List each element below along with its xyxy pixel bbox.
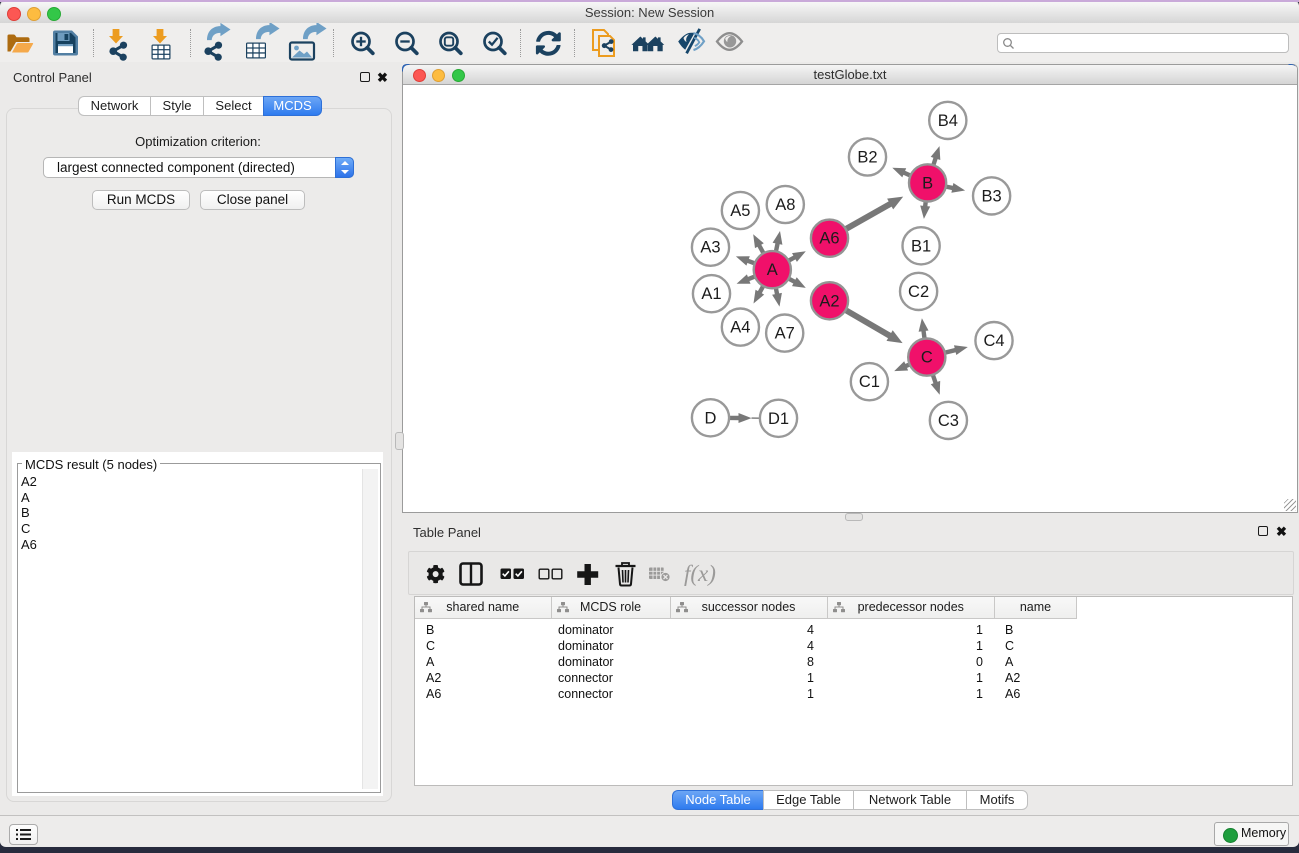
svg-text:C1: C1 [859, 373, 880, 391]
svg-text:B3: B3 [982, 187, 1002, 205]
svg-text:A8: A8 [775, 196, 795, 214]
svg-text:B1: B1 [911, 237, 931, 255]
svg-text:D: D [705, 409, 717, 427]
svg-text:A6: A6 [819, 230, 839, 248]
svg-text:A4: A4 [730, 319, 750, 337]
svg-text:A5: A5 [730, 202, 750, 220]
svg-text:C2: C2 [908, 283, 929, 301]
svg-text:C: C [921, 349, 933, 367]
svg-text:D1: D1 [768, 410, 789, 428]
svg-text:f(x): f(x) [684, 561, 716, 586]
svg-text:B2: B2 [857, 149, 877, 167]
svg-text:C3: C3 [938, 412, 959, 430]
svg-text:C4: C4 [983, 332, 1004, 350]
svg-text:A: A [767, 261, 778, 279]
svg-text:A7: A7 [775, 325, 795, 343]
svg-text:A3: A3 [700, 239, 720, 257]
svg-text:A1: A1 [701, 285, 721, 303]
svg-text:A2: A2 [819, 292, 839, 310]
svg-text:B4: B4 [938, 112, 958, 130]
svg-text:B: B [922, 174, 933, 192]
